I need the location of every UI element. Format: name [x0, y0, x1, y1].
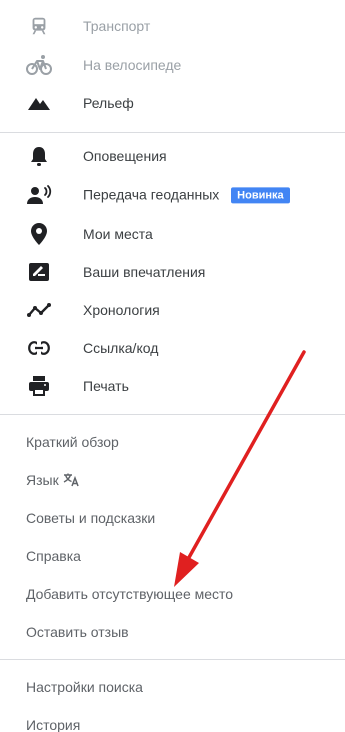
- menu-item-terrain[interactable]: Рельеф: [0, 84, 345, 122]
- menu-item-contributions[interactable]: Ваши впечатления: [0, 253, 345, 291]
- location-sharing-text: Передача геоданных: [83, 186, 220, 203]
- menu-item-feedback[interactable]: Оставить отзыв: [26, 613, 129, 651]
- edit-review-icon: [26, 259, 52, 285]
- menu-item-help[interactable]: Справка: [26, 537, 81, 575]
- menu-item-bicycling[interactable]: На велосипеде: [0, 46, 345, 84]
- train-icon: [26, 13, 52, 39]
- menu-item-history[interactable]: История: [26, 706, 80, 732]
- menu-item-share-embed[interactable]: Ссылка/код: [0, 329, 345, 367]
- location-sharing-label: Передача геоданных Новинка: [83, 186, 290, 204]
- menu-item-location-sharing[interactable]: Передача геоданных Новинка: [0, 176, 345, 214]
- menu-item-print[interactable]: Печать: [0, 367, 345, 405]
- menu-item-timeline[interactable]: Хронология: [0, 291, 345, 329]
- menu-item-my-places[interactable]: Мои места: [0, 215, 345, 253]
- menu-item-notifications[interactable]: Оповещения: [0, 137, 345, 175]
- divider: [0, 132, 345, 133]
- person-share-icon: [26, 182, 52, 208]
- timeline-label: Хронология: [83, 302, 160, 318]
- printer-icon: [26, 373, 52, 399]
- share-embed-label: Ссылка/код: [83, 340, 159, 356]
- print-label: Печать: [83, 378, 129, 394]
- terrain-label: Рельеф: [83, 95, 134, 111]
- menu-item-add-missing-place[interactable]: Добавить отсутствующее место: [26, 575, 233, 613]
- notifications-label: Оповещения: [83, 148, 167, 164]
- menu-item-tips[interactable]: Советы и подсказки: [26, 499, 155, 537]
- new-badge: Новинка: [231, 187, 290, 204]
- side-menu: Транспорт На велосипеде Рельеф Оповещени…: [0, 0, 345, 732]
- pin-icon: [26, 221, 52, 247]
- menu-item-transit[interactable]: Транспорт: [0, 7, 345, 45]
- bicycle-icon: [26, 52, 52, 78]
- link-icon: [26, 335, 52, 361]
- divider: [0, 414, 345, 415]
- my-places-label: Мои места: [83, 226, 153, 242]
- mountain-icon: [26, 90, 52, 116]
- menu-item-search-settings[interactable]: Настройки поиска: [26, 668, 143, 706]
- translate-icon: [63, 473, 79, 487]
- menu-item-language[interactable]: Язык: [26, 461, 79, 499]
- divider: [0, 659, 345, 660]
- menu-item-tour[interactable]: Краткий обзор: [26, 423, 119, 461]
- timeline-icon: [26, 297, 52, 323]
- language-label: Язык: [26, 472, 59, 488]
- bell-icon: [26, 143, 52, 169]
- transit-label: Транспорт: [83, 18, 151, 34]
- contributions-label: Ваши впечатления: [83, 264, 206, 280]
- bicycling-label: На велосипеде: [83, 57, 182, 73]
